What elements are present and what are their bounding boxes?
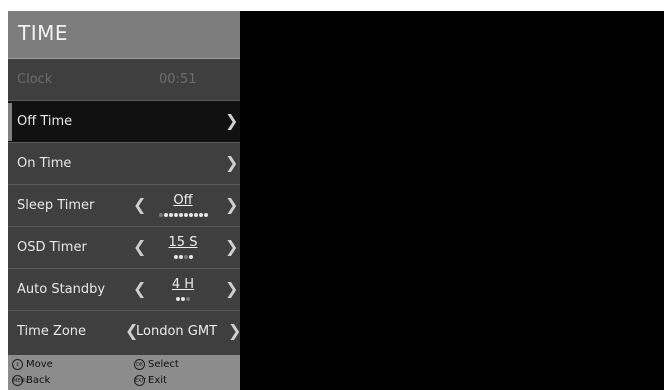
auto-standby-steps [148, 295, 218, 301]
step-dot [203, 213, 208, 217]
menu-header: TIME [8, 11, 240, 59]
menu-row-auto-standby[interactable]: Auto Standby ❮ 4 H ❯ [8, 269, 240, 311]
step-dot [193, 213, 198, 217]
sleep-timer-steps [148, 211, 218, 217]
step-dot [163, 213, 168, 217]
step-dot [181, 297, 185, 301]
menu-button-icon: MENU [12, 375, 28, 386]
step-dot [188, 213, 193, 217]
chevron-right-icon: ❯ [225, 111, 239, 130]
exit-button-icon: EXIT [134, 375, 146, 386]
chevron-left-icon[interactable]: ❮ [133, 195, 146, 215]
on-time-label: On Time [17, 156, 72, 171]
osd-timer-steps [148, 253, 218, 259]
step-dot [183, 255, 188, 259]
step-dot [173, 255, 178, 259]
ok-button-icon: OK [134, 359, 145, 370]
time-zone-value: London GMT [136, 324, 218, 339]
dpad-icon: ↕ [12, 359, 23, 370]
step-dot [183, 213, 188, 217]
step-dot [158, 213, 163, 217]
auto-standby-label: Auto Standby [17, 282, 106, 297]
selection-indicator [8, 103, 12, 141]
hint-back: MENU Back [12, 375, 50, 386]
hint-select: OK Select [134, 359, 179, 370]
chevron-right-icon[interactable]: ❯ [225, 195, 238, 215]
menu-row-time-zone[interactable]: Time Zone ❮ London GMT ❯ [8, 311, 241, 355]
hint-move: ↕ Move [12, 359, 53, 370]
step-dot [186, 297, 190, 301]
menu-row-sleep-timer[interactable]: Sleep Timer ❮ Off ❯ [8, 185, 240, 227]
time-menu-panel: TIME Clock 00:51 Off Time ❯ On Time ❯ Sl… [8, 11, 241, 390]
hint-back-label: Back [26, 375, 51, 386]
chevron-right-icon[interactable]: ❯ [228, 321, 241, 341]
hint-select-label: Select [148, 359, 179, 370]
time-zone-label: Time Zone [17, 324, 87, 339]
step-dot [198, 213, 203, 217]
step-dot [178, 213, 183, 217]
auto-standby-value: 4 H [171, 277, 195, 292]
osd-timer-value: 15 S [168, 235, 198, 250]
chevron-right-icon[interactable]: ❯ [225, 279, 238, 299]
hint-exit: EXIT Exit [134, 375, 167, 386]
chevron-left-icon[interactable]: ❮ [133, 279, 146, 299]
step-dot [176, 297, 180, 301]
clock-value: 00:51 [159, 72, 197, 87]
step-dot [168, 213, 173, 217]
chevron-right-icon[interactable]: ❯ [225, 237, 238, 257]
menu-row-clock: Clock 00:51 [8, 59, 240, 101]
step-dot [178, 255, 183, 259]
hint-move-label: Move [26, 359, 53, 370]
step-dot [188, 255, 193, 259]
sleep-timer-value: Off [173, 193, 193, 208]
menu-title: TIME [18, 21, 69, 45]
step-dot [173, 213, 178, 217]
hint-exit-label: Exit [148, 375, 167, 386]
chevron-left-icon[interactable]: ❮ [133, 237, 146, 257]
osd-timer-label: OSD Timer [17, 240, 87, 255]
off-time-label: Off Time [17, 114, 73, 129]
menu-row-off-time[interactable]: Off Time ❯ [8, 101, 240, 143]
key-hints-footer: ↕ Move OK Select MENU Back EXIT Exit [8, 355, 240, 390]
clock-label: Clock [17, 72, 53, 87]
menu-row-osd-timer[interactable]: OSD Timer ❮ 15 S ❯ [8, 227, 240, 269]
chevron-right-icon: ❯ [225, 153, 239, 172]
sleep-timer-label: Sleep Timer [17, 198, 95, 213]
menu-row-on-time[interactable]: On Time ❯ [8, 143, 240, 185]
